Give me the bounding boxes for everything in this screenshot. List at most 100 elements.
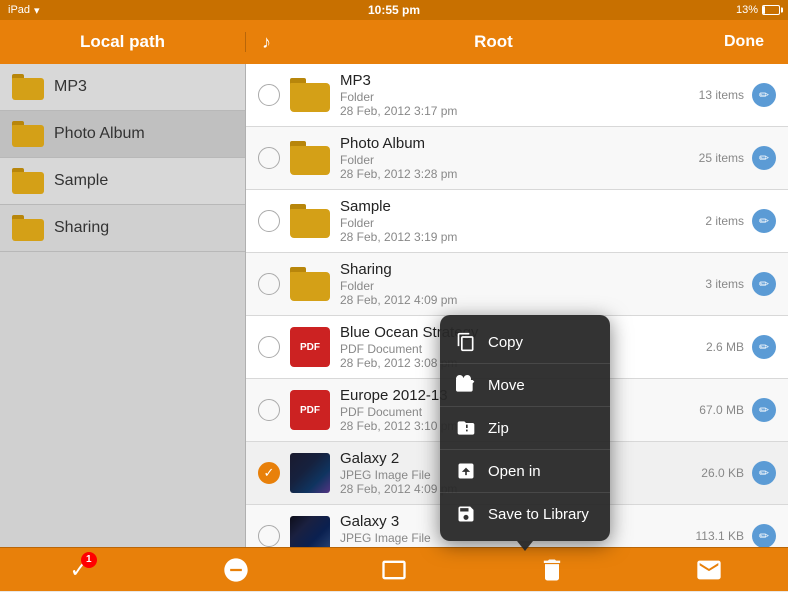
file-item-sample[interactable]: Sample Folder28 Feb, 2012 3:19 pm 2 item… [246,190,788,253]
file-name-mp3: MP3 [340,72,691,89]
folder-icon [12,74,44,100]
folder-icon-lg [290,204,330,238]
context-menu-zip[interactable]: Zip [440,407,610,450]
folder-icon [12,215,44,241]
thumbnail-galaxy2 [290,453,330,493]
cancel-button[interactable] [214,548,258,592]
file-name-sharing: Sharing [340,261,697,278]
pdf-icon-blue-ocean [290,327,330,367]
delete-button[interactable] [530,548,574,592]
file-size-galaxy3: 113.1 KB [688,529,744,543]
battery-icon [762,5,780,15]
context-menu-open-in[interactable]: Open in [440,450,610,493]
radio-galaxy3[interactable] [258,525,280,547]
main-content: MP3 Photo Album Sample Sharing [0,64,788,547]
radio-blue-ocean[interactable] [258,336,280,358]
carrier-label: iPad [8,4,30,16]
thumbnail-galaxy3 [290,516,330,547]
save-library-label: Save to Library [488,506,589,523]
radio-photo-album[interactable] [258,147,280,169]
context-menu-save-library[interactable]: Save to Library [440,493,610,535]
status-time: 10:55 pm [368,3,420,17]
file-size-photo-album: 25 items [691,151,744,165]
file-size-europe: 67.0 MB [691,403,744,417]
edit-icon-blue-ocean[interactable]: ✏ [752,335,776,359]
radio-sample[interactable] [258,210,280,232]
sidebar-photo-album-label: Photo Album [54,125,145,143]
radio-galaxy2[interactable] [258,462,280,484]
music-icon: ♪ [262,32,271,53]
trash-icon [538,556,566,584]
mail-icon [695,556,723,584]
header-local-path-title: Local path [0,32,246,52]
move-label: Move [488,377,525,394]
toolbar-badge: 1 [81,552,97,568]
edit-icon-sample[interactable]: ✏ [752,209,776,233]
status-bar: iPad ▾ 10:55 pm 13% [0,0,788,20]
file-size-sharing: 3 items [697,277,744,291]
status-left: iPad ▾ [8,4,40,17]
edit-icon-mp3[interactable]: ✏ [752,83,776,107]
mail-button[interactable] [687,548,731,592]
file-meta-photo-album: Folder28 Feb, 2012 3:28 pm [340,153,691,181]
wifi-icon: ▾ [34,4,40,17]
file-info-sample: Sample Folder28 Feb, 2012 3:19 pm [340,198,697,244]
file-size-mp3: 13 items [691,88,744,102]
file-size-blue-ocean: 2.6 MB [698,340,744,354]
edit-icon-photo-album[interactable]: ✏ [752,146,776,170]
edit-icon-galaxy2[interactable]: ✏ [752,461,776,485]
move-icon [454,373,478,397]
copy-label: Copy [488,334,523,351]
zip-icon [454,416,478,440]
edit-icon-europe[interactable]: ✏ [752,398,776,422]
header-root-title: Root [271,32,716,52]
folder-icon [12,121,44,147]
file-item-mp3[interactable]: MP3 Folder28 Feb, 2012 3:17 pm 13 items … [246,64,788,127]
context-menu: Copy Move Zip Open in Save t [440,315,610,541]
radio-mp3[interactable] [258,84,280,106]
status-right: 13% [736,4,780,16]
checkmark-button[interactable]: ✓ 1 [57,548,101,592]
bottom-toolbar: ✓ 1 [0,547,788,591]
sidebar-sharing-label: Sharing [54,219,109,237]
file-item-sharing[interactable]: Sharing Folder28 Feb, 2012 4:09 pm 3 ite… [246,253,788,316]
file-meta-mp3: Folder28 Feb, 2012 3:17 pm [340,90,691,118]
edit-icon-galaxy3[interactable]: ✏ [752,524,776,547]
open-in-icon [454,459,478,483]
header: Local path ♪ Root Done [0,20,788,64]
sidebar: MP3 Photo Album Sample Sharing [0,64,246,547]
file-item-photo-album[interactable]: Photo Album Folder28 Feb, 2012 3:28 pm 2… [246,127,788,190]
folder-icon-lg [290,267,330,301]
sidebar-item-sharing[interactable]: Sharing [0,205,245,252]
file-meta-sharing: Folder28 Feb, 2012 4:09 pm [340,279,697,307]
sidebar-mp3-label: MP3 [54,78,87,96]
cancel-icon [222,556,250,584]
folder-icon-lg [290,78,330,112]
edit-icon-sharing[interactable]: ✏ [752,272,776,296]
screen-button[interactable] [372,548,416,592]
sidebar-item-sample[interactable]: Sample [0,158,245,205]
done-button[interactable]: Done [716,29,772,55]
context-menu-copy[interactable]: Copy [440,321,610,364]
sidebar-item-mp3[interactable]: MP3 [0,64,245,111]
copy-icon [454,330,478,354]
battery-percent: 13% [736,4,758,16]
open-in-label: Open in [488,463,541,480]
file-info-sharing: Sharing Folder28 Feb, 2012 4:09 pm [340,261,697,307]
zip-label: Zip [488,420,509,437]
radio-europe[interactable] [258,399,280,421]
file-name-photo-album: Photo Album [340,135,691,152]
pdf-icon-europe [290,390,330,430]
file-meta-sample: Folder28 Feb, 2012 3:19 pm [340,216,697,244]
file-name-sample: Sample [340,198,697,215]
radio-sharing[interactable] [258,273,280,295]
file-info-photo-album: Photo Album Folder28 Feb, 2012 3:28 pm [340,135,691,181]
context-menu-move[interactable]: Move [440,364,610,407]
file-info-mp3: MP3 Folder28 Feb, 2012 3:17 pm [340,72,691,118]
file-size-sample: 2 items [697,214,744,228]
folder-icon-lg [290,141,330,175]
save-library-icon [454,502,478,526]
screen-icon [380,556,408,584]
header-right: ♪ Root Done [246,29,788,55]
sidebar-item-photo-album[interactable]: Photo Album [0,111,245,158]
